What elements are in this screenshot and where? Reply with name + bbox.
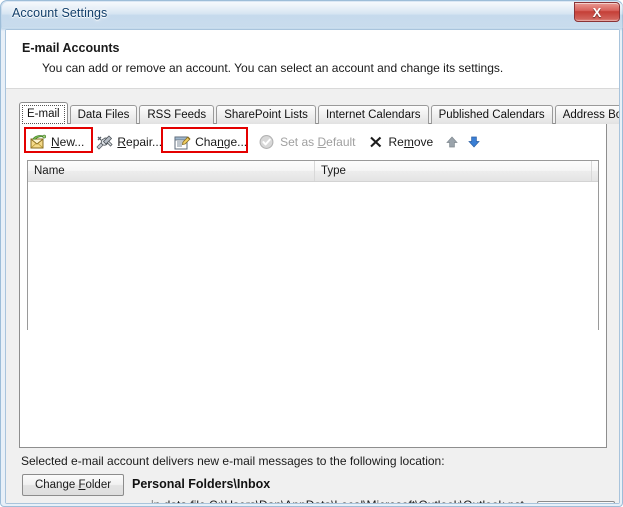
new-account-envelope-icon	[29, 134, 47, 150]
change-button-label: Change...	[195, 135, 248, 149]
screenshot-root: Account Settings X E-mail Accounts You c…	[0, 0, 623, 507]
account-settings-window: Account Settings X E-mail Accounts You c…	[0, 0, 623, 507]
arrow-up-icon	[446, 136, 459, 148]
title-bar: Account Settings X	[1, 1, 623, 29]
tab-published-calendars[interactable]: Published Calendars	[430, 105, 553, 124]
repair-button-label: Repair...	[117, 135, 163, 149]
window-close-button[interactable]: X	[574, 2, 620, 22]
move-down-button[interactable]	[463, 131, 485, 153]
repair-button[interactable]: Repair...	[92, 131, 168, 153]
tab-published-calendars-label: Published Calendars	[438, 109, 545, 121]
tab-address-books-label: Address Books	[562, 109, 619, 121]
column-header-spacer	[592, 161, 598, 181]
change-account-properties-icon	[173, 134, 191, 150]
page-subtitle: You can add or remove an account. You ca…	[42, 61, 504, 75]
column-header-name[interactable]: Name	[28, 161, 315, 181]
tab-email-label: E-mail	[27, 107, 60, 120]
set-default-check-icon	[258, 134, 276, 150]
set-as-default-button: Set as Default	[255, 131, 361, 153]
tab-address-books[interactable]: Address Books	[554, 105, 619, 124]
remove-button-label: Remove	[388, 135, 434, 149]
accounts-list-body[interactable]	[28, 182, 598, 330]
tab-data-files[interactable]: Data Files	[69, 105, 138, 124]
new-button[interactable]: New...	[26, 131, 90, 153]
tab-internet-calendars[interactable]: Internet Calendars	[317, 105, 429, 124]
accounts-toolbar: New... Repair... Change... Set as Defaul…	[26, 129, 485, 155]
column-header-type[interactable]: Type	[315, 161, 592, 181]
dialog-header-band: E-mail Accounts You can add or remove an…	[6, 30, 619, 89]
tab-sharepoint-lists[interactable]: SharePoint Lists	[216, 105, 316, 124]
tab-email[interactable]: E-mail	[19, 102, 68, 124]
remove-button[interactable]: Remove	[364, 131, 440, 153]
delivery-folder-path: in data file C:\Users\Dan\AppData\Local\…	[151, 498, 524, 503]
window-title: Account Settings	[12, 6, 108, 20]
change-button[interactable]: Change...	[170, 131, 253, 153]
change-folder-button[interactable]: Change Folder	[22, 474, 124, 496]
change-folder-button-label: Change Folder	[34, 479, 112, 491]
dialog-client-area: E-mail Accounts You can add or remove an…	[6, 30, 619, 503]
email-tab-panel: New... Repair... Change... Set as Defaul…	[19, 123, 607, 448]
remove-x-icon	[367, 134, 385, 150]
tab-rss-feeds-label: RSS Feeds	[147, 109, 207, 121]
repair-tools-icon	[95, 134, 113, 150]
account-type-tabs: E-mail Data Files RSS Feeds SharePoint L…	[19, 102, 619, 124]
close-icon: X	[592, 4, 602, 20]
tab-data-files-label: Data Files	[77, 109, 130, 121]
page-title: E-mail Accounts	[22, 41, 120, 55]
new-button-label: New...	[51, 135, 85, 149]
delivery-folder-name: Personal Folders\Inbox	[132, 477, 271, 491]
accounts-list[interactable]: Name Type	[27, 160, 599, 330]
tab-internet-calendars-label: Internet Calendars	[325, 109, 421, 121]
arrow-down-icon	[468, 136, 481, 148]
set-as-default-button-label: Set as Default	[280, 135, 356, 149]
delivery-location-label: Selected e-mail account delivers new e-m…	[21, 454, 445, 468]
tab-rss-feeds[interactable]: RSS Feeds	[139, 105, 215, 124]
close-dialog-button[interactable]: Close	[537, 501, 615, 503]
move-up-button	[441, 131, 463, 153]
tab-sharepoint-lists-label: SharePoint Lists	[224, 109, 308, 121]
accounts-list-header: Name Type	[28, 161, 598, 182]
